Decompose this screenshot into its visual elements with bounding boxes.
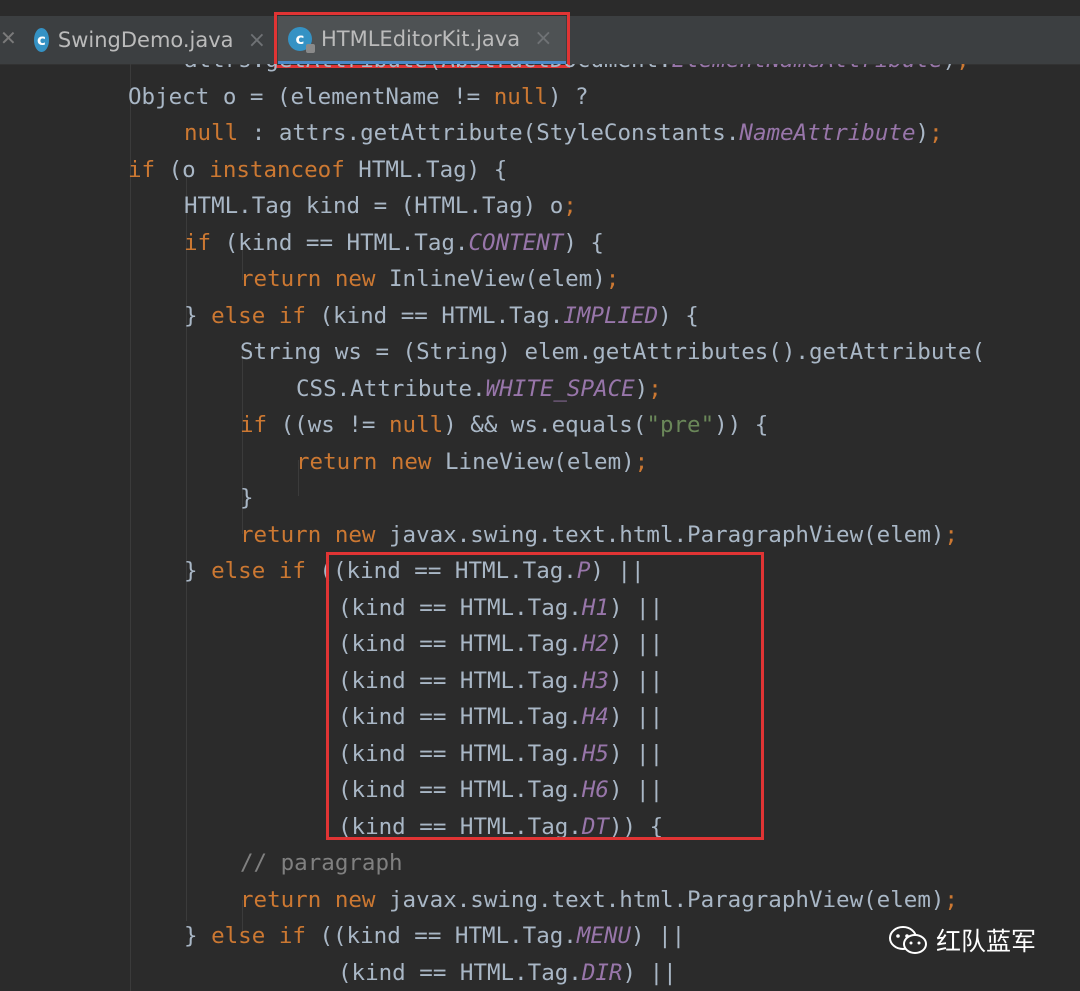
code-token-semi: ; [944,886,958,913]
code-token-plain: } [240,485,254,511]
code-line[interactable]: if ((ws != null) && ws.equals("pre")) { [240,407,768,443]
code-token-str: "pre" [646,412,715,438]
code-token-plain: } [184,558,212,584]
code-token-plain: )) { [714,412,769,438]
code-token-kw: null [493,83,548,110]
code-token-plain: HTML.Tag kind = (HTML.Tag) o [184,193,564,219]
code-line[interactable]: if (kind == HTML.Tag.CONTENT) { [184,225,604,261]
code-token-plain: ) && ws.equals( [443,412,647,438]
watermark: 红队蓝军 [888,922,1036,958]
code-token-plain: ) { [563,229,604,256]
code-token-plain: CSS.Attribute. [296,375,486,402]
code-line[interactable]: return new javax.swing.text.html.Paragra… [240,517,958,553]
code-token-plain: attrs.getAttribute(AbstractDocument. [184,64,672,73]
code-token-fld: ElementNameAttribute [672,64,943,73]
code-token-plain: ) ? [547,83,589,110]
code-token-kw: null [184,120,239,146]
code-token-semi: ; [605,266,620,292]
code-line[interactable]: return new javax.swing.text.html.Paragra… [240,882,958,918]
code-token-plain: javax.swing.text.html.ParagraphView(elem… [375,521,945,548]
tab-swingdemo-java[interactable]: c SwingDemo.java × [34,16,266,64]
code-token-plain: (o [155,156,210,183]
code-token-kw: return new [296,448,432,475]
code-token-plain: : attrs.getAttribute(StyleConstants. [238,120,740,146]
code-token-semi: ; [929,120,943,146]
code-line[interactable]: null : attrs.getAttribute(StyleConstants… [184,115,943,151]
code-line[interactable]: CSS.Attribute.WHITE_SPACE); [296,371,662,407]
code-token-plain: String ws = (String) elem.getAttributes(… [240,339,986,365]
code-line[interactable]: return new LineView(elem); [296,444,648,480]
code-token-kw: instanceof [209,156,345,183]
code-token-plain: ) [915,120,930,146]
highlight-box-paragraph-tags [326,552,764,840]
highlight-box-active-tab [274,12,570,68]
code-line[interactable]: } else if ((kind == HTML.Tag.MENU) || [184,918,685,954]
code-token-kw: else if [211,923,306,949]
watermark-text: 红队蓝军 [936,927,1037,956]
code-token-kw: null [389,412,444,438]
code-line[interactable]: if (o instanceof HTML.Tag) { [128,152,507,188]
code-line[interactable]: return new InlineView(elem); [240,261,619,297]
code-editor[interactable]: attrs.getAttribute(AbstractDocument.Elem… [0,64,1080,991]
tab-label: SwingDemo.java [57,28,234,52]
code-line[interactable]: HTML.Tag kind = (HTML.Tag) o; [184,188,577,224]
code-token-plain: (kind == HTML.Tag. [338,959,582,986]
code-token-fld: IMPLIED [563,302,659,329]
code-token-plain: ((ws != [267,412,390,438]
code-token-plain: InlineView(elem) [375,266,606,292]
code-token-semi: ; [648,375,662,402]
code-token-kw: if [184,229,212,256]
code-token-plain: ) { [658,302,699,329]
code-token-plain: } [184,923,212,949]
code-token-plain: ) [943,64,957,73]
code-token-fld: MENU [576,923,632,949]
code-token-kw: return new [240,266,376,292]
code-line[interactable]: } else if (kind == HTML.Tag.IMPLIED) { [184,298,699,334]
code-token-plain: ) [634,375,649,402]
code-line[interactable]: String ws = (String) elem.getAttributes(… [240,334,985,370]
code-line[interactable]: } [240,480,254,516]
code-token-plain: Object o = (elementName != [128,83,494,110]
tab-scroll-left-icon[interactable]: ✕ [0,26,17,50]
close-tab-icon[interactable]: × [248,28,266,53]
code-token-kw: return new [240,521,376,548]
code-token-plain: ) || [631,923,686,949]
indent-guide [130,64,131,991]
code-token-fld: DIR [581,959,623,986]
code-token-plain: HTML.Tag) { [344,156,508,183]
code-token-semi: ; [956,64,970,73]
code-token-semi: ; [563,193,577,219]
code-line[interactable]: attrs.getAttribute(AbstractDocument.Elem… [184,64,970,78]
code-token-cmt: // paragraph [240,850,403,876]
code-token-plain: } [184,302,212,329]
code-token-plain: (kind == HTML.Tag. [305,302,564,329]
code-line[interactable]: // paragraph [240,845,403,881]
code-token-plain: javax.swing.text.html.ParagraphView(elem… [375,886,945,913]
code-token-plain: LineView(elem) [431,448,635,475]
code-token-semi: ; [634,448,649,475]
code-token-semi: ; [944,521,958,548]
code-token-fld: NameAttribute [739,120,916,146]
code-line[interactable]: (kind == HTML.Tag.DIR) || [338,955,677,991]
java-class-icon: c [34,28,49,52]
code-token-kw: else if [211,558,306,584]
code-token-kw: if [128,156,156,183]
code-token-kw: else if [211,302,306,329]
code-token-kw: if [240,412,268,438]
code-token-fld: CONTENT [468,229,564,256]
wechat-icon [889,926,927,954]
code-token-fld: WHITE_SPACE [485,375,635,402]
code-token-kw: return new [240,886,376,913]
code-token-plain: ((kind == HTML.Tag. [305,923,577,949]
indent-guide [186,170,187,921]
code-line[interactable]: Object o = (elementName != null) ? [128,79,589,115]
code-token-plain: (kind == HTML.Tag. [211,229,469,256]
code-token-plain: ) || [622,959,677,986]
